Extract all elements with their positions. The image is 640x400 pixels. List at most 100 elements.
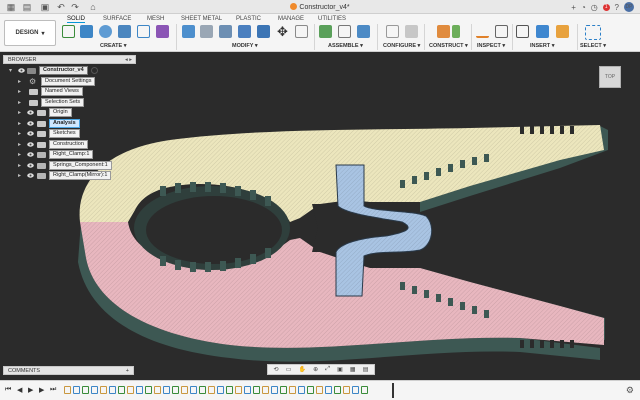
insert-menu[interactable]: INSERT ▾ [530,43,554,49]
tree-item-springs-component[interactable]: ▸ Springs_Component:1 [3,160,136,172]
timeline-features[interactable] [64,386,368,396]
visibility-eye-icon[interactable] [18,68,25,73]
comments-panel[interactable]: COMMENTS + [3,366,134,375]
pattern-icon[interactable] [137,25,150,38]
select-menu[interactable]: SELECT ▾ [580,43,606,49]
go-to-start-icon[interactable]: ⏮ [5,386,11,394]
insert-derive-icon[interactable] [516,25,529,38]
tree-item-sketches[interactable]: ▸ Sketches [3,129,136,140]
tab-mesh[interactable]: MESH [147,16,164,22]
add-icon[interactable]: + [571,3,576,12]
workspace-dropdown[interactable]: DESIGN ▾ [4,20,56,46]
tree-root[interactable]: ▾ Constructor_v4 [3,66,136,77]
tree-item-right-clamp-mirror[interactable]: ▸ Right_Clamp(Mirror):1 [3,171,136,182]
tree-item-selection-sets[interactable]: ▸ Selection Sets [3,97,136,109]
display-settings-icon[interactable]: ▣ [337,366,343,373]
combine-icon[interactable] [257,25,270,38]
folder-icon [29,89,38,95]
align-icon[interactable] [295,25,308,38]
tab-surface[interactable]: SURFACE [103,16,131,22]
offset-plane-icon[interactable] [437,25,450,38]
tree-item-right-clamp[interactable]: ▸ Right_Clamp:1 [3,150,136,161]
form-icon[interactable] [156,25,169,38]
chamfer-icon[interactable] [219,25,232,38]
inspect-menu[interactable]: INSPECT ▾ [477,43,505,49]
shell-icon[interactable] [238,25,251,38]
configure-rule-icon[interactable] [405,25,418,38]
help-icon[interactable]: ? [615,3,619,12]
expand-icon[interactable]: ▸ [18,151,21,158]
tree-item-named-views[interactable]: ▸ Named Views [3,87,136,98]
revolve-icon[interactable] [99,25,112,38]
step-forward-icon[interactable]: ▶ [39,386,44,394]
visibility-eye-icon[interactable] [27,162,34,168]
tab-plastic[interactable]: PLASTIC [236,16,261,22]
new-sketch-icon[interactable] [62,25,75,38]
fillet-icon[interactable] [200,25,213,38]
configure-table-icon[interactable] [386,25,399,38]
viewcube[interactable]: TOP [599,66,621,88]
modify-menu[interactable]: MODIFY ▾ [232,43,258,49]
pan-icon[interactable]: ✋ [298,366,305,373]
expand-icon[interactable]: ▸ [18,109,21,116]
go-to-end-icon[interactable]: ⏭ [50,386,56,394]
grid-settings-icon[interactable]: ▦ [350,366,356,373]
extrude-icon[interactable] [80,25,93,38]
expand-icon[interactable]: ▸ [18,172,21,179]
timeline-marker[interactable] [392,383,394,398]
expand-icon[interactable]: ▸ [18,120,21,127]
construct-menu[interactable]: CONSTRUCT ▾ [429,43,468,49]
move-icon[interactable]: ✥ [276,25,289,38]
zoom-icon[interactable]: ⊕ [313,366,318,373]
tab-sheet-metal[interactable]: SHEET METAL [181,16,222,22]
measure-icon[interactable] [476,25,489,38]
plane-at-angle-icon[interactable] [452,25,460,38]
assemble-menu[interactable]: ASSEMBLE ▾ [328,43,363,49]
avatar[interactable]: DP [624,2,634,12]
play-icon[interactable]: ▶ [28,386,33,394]
tree-item-document-settings[interactable]: ▸ ⚙ Document Settings [3,76,136,88]
fit-icon[interactable]: ⤢ [325,366,330,373]
step-back-icon[interactable]: ◀ [17,386,22,394]
visibility-eye-icon[interactable] [27,131,34,136]
insert-mesh-icon[interactable] [556,25,569,38]
expand-icon[interactable]: ▸ [18,130,21,137]
press-pull-icon[interactable] [182,25,195,38]
expand-icon[interactable]: ▸ [18,78,21,85]
collapse-panel-icon[interactable]: ◂ ▸ [125,56,132,64]
expand-icon[interactable]: ▸ [18,88,21,95]
look-at-icon[interactable]: ▭ [286,366,292,373]
orbit-icon[interactable]: ⟲ [274,366,279,373]
tree-item-analysis[interactable]: ▸ Analysis [3,118,136,130]
tree-item-origin[interactable]: ▸ Origin [3,108,136,119]
visibility-eye-icon[interactable] [27,152,34,157]
collapse-icon[interactable]: ▾ [9,67,12,74]
visibility-eye-icon[interactable] [27,141,34,147]
tab-manage[interactable]: MANAGE [278,16,304,22]
grip-opening-inner [146,196,282,264]
sweep-icon[interactable] [118,25,131,38]
visibility-eye-icon[interactable] [27,110,34,115]
create-menu[interactable]: CREATE ▾ [100,43,127,49]
interference-icon[interactable] [495,25,508,38]
joint-icon[interactable] [338,25,351,38]
new-component-icon[interactable] [319,25,332,38]
extensions-icon[interactable]: ◔ [581,3,586,12]
viewports-icon[interactable]: ▤ [363,366,369,373]
visibility-eye-icon[interactable] [27,120,34,126]
tree-item-construction[interactable]: ▸ Construction [3,139,136,151]
tab-utilities[interactable]: UTILITIES [318,16,346,22]
add-comment-icon[interactable]: + [126,367,129,375]
select-icon[interactable] [585,25,601,40]
as-built-joint-icon[interactable] [357,25,370,38]
expand-icon[interactable]: ▸ [18,99,21,106]
expand-icon[interactable]: ▸ [18,162,21,169]
configure-menu[interactable]: CONFIGURE ▾ [383,43,420,49]
activate-radio-icon[interactable] [91,67,98,74]
tab-solid[interactable]: SOLID [67,16,86,23]
expand-icon[interactable]: ▸ [18,141,21,148]
notifications-icon[interactable]: ◷ [591,3,598,12]
insert-canvas-icon[interactable] [536,25,549,38]
timeline-settings-icon[interactable]: ⚙ [626,385,634,396]
visibility-eye-icon[interactable] [27,173,34,178]
